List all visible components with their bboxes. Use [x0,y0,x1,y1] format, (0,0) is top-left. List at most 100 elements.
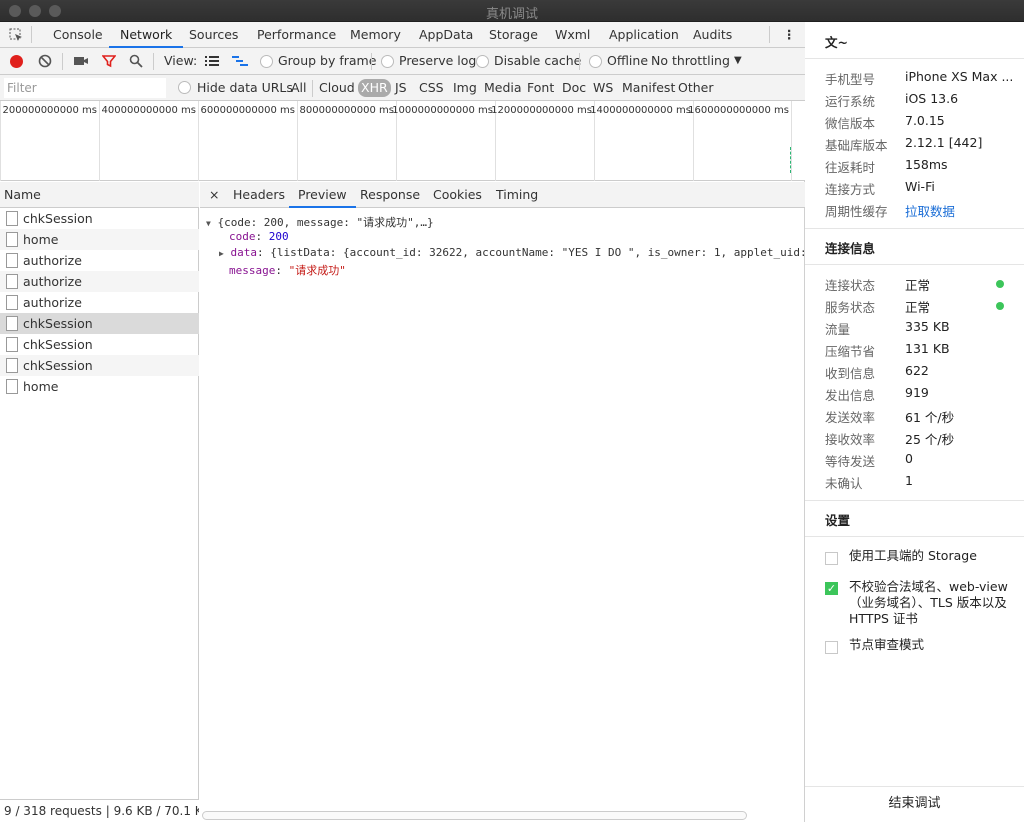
json-message-row: message: "请求成功" [229,264,346,277]
filter-type-cloud[interactable]: Cloud [316,79,358,97]
request-row[interactable]: authorize [0,292,199,313]
use-tool-storage-checkbox[interactable] [825,552,838,565]
timeline-overview[interactable]: 200000000000 ms 400000000000 ms 60000000… [0,101,805,181]
filter-type-font[interactable]: Font [524,79,557,97]
filter-type-all[interactable]: All [288,79,310,97]
filter-type-ws[interactable]: WS [590,79,616,97]
json-data-row[interactable]: ▶ data: {listData: {account_id: 32622, a… [219,246,807,259]
document-icon [6,337,18,352]
tab-response[interactable]: Response [360,182,420,208]
more-menu-icon[interactable]: ⋮ [783,22,796,48]
request-row[interactable]: authorize [0,250,199,271]
view-label: View: [164,53,198,68]
devtools-tab-bar: Console Network Sources Performance Memo… [0,22,805,48]
conn-value: 1 [905,473,913,488]
document-icon [6,253,18,268]
inspect-element-icon[interactable] [8,27,24,43]
tab-storage[interactable]: Storage [489,22,538,48]
timeline-marker [790,147,791,173]
filter-input[interactable] [4,78,166,98]
request-summary: 9 / 318 requests | 9.6 KB / 70.1 K... [0,799,199,822]
request-row-selected[interactable]: chkSession [0,313,199,334]
device-value: iOS 13.6 [905,91,959,106]
window-title: 真机调试 [485,7,538,22]
timeline-tick: 1000000000000 ms [392,101,495,181]
status-ok-dot [996,280,1004,288]
title-bar: 真机调试 [0,0,1024,22]
conn-key: 连接状态 [825,278,876,293]
tab-network[interactable]: Network [109,22,184,48]
tab-sources[interactable]: Sources [189,22,238,48]
preserve-log-label: Preserve log [399,53,477,68]
request-row[interactable]: home [0,376,199,397]
horizontal-scrollbar[interactable] [202,811,747,820]
tab-wxml[interactable]: Wxml [555,22,590,48]
end-debug-button[interactable]: 结束调试 [805,786,1024,822]
search-icon[interactable] [128,53,144,69]
filter-type-other[interactable]: Other [675,79,717,97]
clear-icon[interactable] [37,53,53,69]
preserve-log-checkbox[interactable] [381,55,394,68]
group-by-frame-checkbox[interactable] [260,55,273,68]
chevron-down-icon[interactable]: ▼ [734,48,742,74]
collapse-arrow-icon[interactable]: ▶ [219,249,224,258]
device-value: 7.0.15 [905,113,945,128]
node-inspect-checkbox[interactable] [825,641,838,654]
large-rows-icon[interactable] [204,53,220,69]
settings-title: 设置 [825,513,851,528]
tab-preview[interactable]: Preview [289,182,356,208]
filter-type-js[interactable]: JS [392,79,410,97]
tab-performance[interactable]: Performance [257,22,336,48]
filter-type-manifest[interactable]: Manifest [619,79,678,97]
skip-domain-check-label: 不校验合法域名、web-view（业务域名）、TLS 版本以及 HTTPS 证书 [849,579,1008,626]
timeline-tick: 1400000000000 ms [590,101,693,181]
pull-data-link[interactable]: 拉取数据 [905,201,955,220]
conn-value: 61 个/秒 [905,410,955,425]
waterfall-overview-icon[interactable] [232,53,248,69]
throttling-select[interactable]: No throttling [651,48,730,74]
offline-label: Offline [607,53,649,68]
document-icon [6,274,18,289]
use-tool-storage-label: 使用工具端的 Storage [849,548,977,563]
timeline-tick: 600000000000 ms [198,101,297,181]
device-value: Wi-Fi [905,179,935,194]
hide-data-urls-checkbox[interactable] [178,81,191,94]
filter-type-media[interactable]: Media [481,79,525,97]
tab-appdata[interactable]: AppData [419,22,473,48]
tab-headers[interactable]: Headers [233,182,285,208]
filter-type-doc[interactable]: Doc [559,79,589,97]
user-name: 文~ [825,35,848,50]
skip-domain-check-checkbox[interactable]: ✓ [825,582,838,595]
timeline-tick: 400000000000 ms [99,101,198,181]
screenshot-camera-icon[interactable] [73,53,89,69]
filter-funnel-icon[interactable] [101,53,117,69]
expand-arrow-icon[interactable]: ▼ [206,219,211,228]
request-row[interactable]: chkSession [0,334,199,355]
status-ok-dot [996,302,1004,310]
disable-cache-checkbox[interactable] [476,55,489,68]
filter-type-img[interactable]: Img [450,79,480,97]
request-row[interactable]: chkSession [0,208,199,229]
name-column-header[interactable]: Name [0,182,199,208]
device-key: 微信版本 [825,116,876,131]
request-row[interactable]: chkSession [0,355,199,376]
json-root-node[interactable]: ▼ {code: 200, message: "请求成功",…} [206,214,434,230]
request-list: Name chkSession home authorize authorize… [0,182,199,822]
filter-type-css[interactable]: CSS [416,79,447,97]
timeline-tick: 1200000000000 ms [491,101,594,181]
request-row[interactable]: authorize [0,271,199,292]
filter-type-xhr[interactable]: XHR [358,79,391,97]
tab-audits[interactable]: Audits [693,22,732,48]
tab-cookies[interactable]: Cookies [433,182,482,208]
close-detail-button[interactable]: × [209,182,219,208]
tab-application[interactable]: Application [609,22,679,48]
network-toolbar: View: Group by frame Preserve log Disabl… [0,48,805,75]
tab-timing[interactable]: Timing [496,182,538,208]
record-icon[interactable] [8,53,24,69]
tab-console[interactable]: Console [53,22,103,48]
timeline-tick: 1600000000000 ms [688,101,792,181]
offline-checkbox[interactable] [589,55,602,68]
request-row[interactable]: home [0,229,199,250]
document-icon [6,379,18,394]
tab-memory[interactable]: Memory [350,22,401,48]
